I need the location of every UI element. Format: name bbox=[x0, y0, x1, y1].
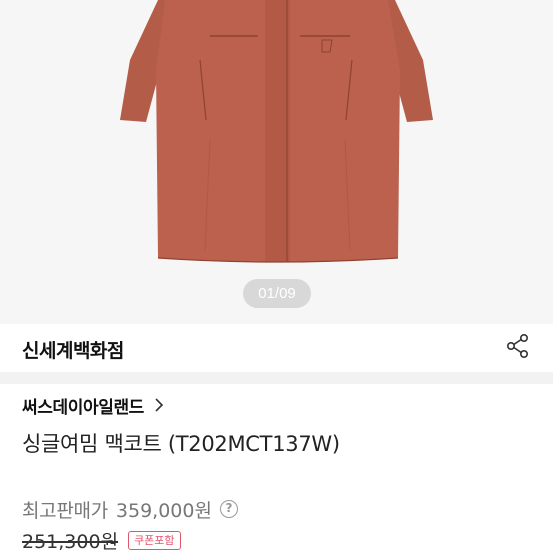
chevron-right-icon bbox=[155, 398, 164, 412]
product-image bbox=[120, 0, 433, 263]
question-circle-icon[interactable]: ? bbox=[219, 500, 238, 518]
section-divider bbox=[0, 372, 553, 384]
store-bar: 신세계백화점 bbox=[0, 324, 553, 372]
brand-link[interactable]: 써스데이아일랜드 bbox=[22, 392, 164, 418]
product-title: 싱글여밈 맥코트 (T202MCT137W) bbox=[22, 432, 340, 456]
brand-name: 써스데이아일랜드 bbox=[22, 397, 144, 418]
share-button[interactable] bbox=[503, 331, 533, 361]
product-image-gallery[interactable]: 01/09 bbox=[0, 0, 553, 324]
image-page-indicator: 01/09 bbox=[243, 279, 311, 308]
original-price-row: 251,300원 쿠폰포함 bbox=[22, 527, 181, 553]
share-icon bbox=[507, 333, 528, 358]
price-value: 359,000원 bbox=[115, 499, 212, 522]
price-row: 최고판매가 359,000원 ? bbox=[22, 494, 238, 524]
store-name[interactable]: 신세계백화점 bbox=[22, 336, 124, 363]
price-label: 최고판매가 bbox=[22, 499, 108, 522]
coupon-badge: 쿠폰포함 bbox=[128, 530, 181, 550]
original-price: 251,300원 bbox=[22, 530, 119, 553]
